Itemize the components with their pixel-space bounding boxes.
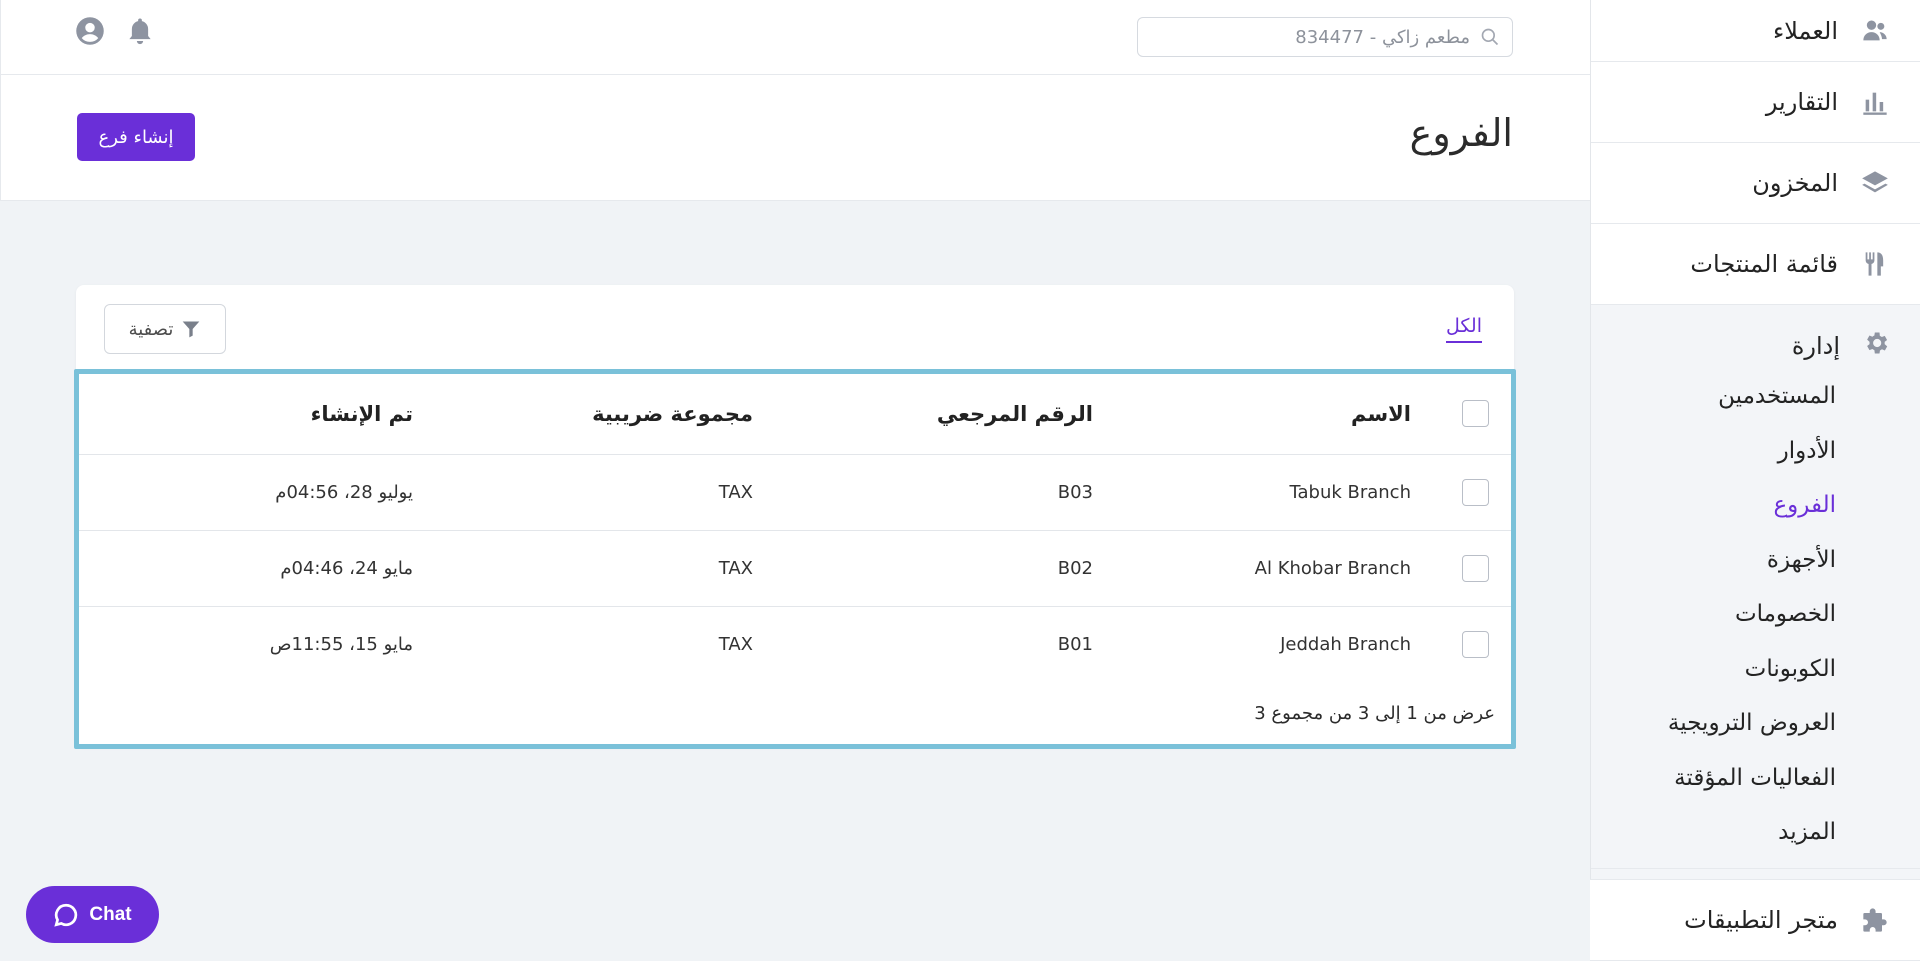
sidebar-subitem-more[interactable]: المزيد: [1591, 805, 1920, 860]
sidebar-subitem-roles[interactable]: الأدوار: [1591, 424, 1920, 479]
page-header: الفروع إنشاء فرع: [0, 75, 1590, 201]
sidebar-item-inventory[interactable]: المخزون: [1591, 143, 1920, 224]
cell-reference: B02: [753, 530, 1093, 607]
sidebar-item-label: إدارة: [1791, 332, 1840, 360]
chat-button[interactable]: Chat: [26, 886, 159, 943]
filter-button[interactable]: تصفية: [104, 304, 226, 354]
search-input[interactable]: [1150, 26, 1470, 48]
select-all-cell: [1433, 374, 1511, 455]
puzzle-icon: [1860, 905, 1890, 935]
filter-label: تصفية: [128, 318, 174, 340]
chat-bubble-icon: [54, 903, 78, 927]
sidebar-item-label: المخزون: [1752, 169, 1838, 197]
table-row[interactable]: Jeddah Branch B01 TAX مايو 15، 11:55ص: [79, 606, 1511, 682]
gear-icon: [1862, 329, 1890, 363]
sidebar-item-label: العملاء: [1772, 16, 1838, 45]
column-header-tax-group[interactable]: مجموعة ضريبية: [413, 374, 753, 455]
cell-created: مايو 15، 11:55ص: [269, 633, 413, 655]
layers-icon: [1860, 168, 1890, 198]
cell-created: مايو 24، 04:46م: [79, 530, 413, 607]
row-checkbox[interactable]: [1462, 478, 1489, 506]
card-toolbar: الكل تصفية: [76, 285, 1514, 369]
sidebar: العملاء التقارير المخزون قائمة المنتجات …: [1590, 0, 1920, 961]
sidebar-manage-group: إدارة المستخدمين الأدوار الفروع الأجهزة …: [1591, 305, 1920, 869]
cell-tax-group: TAX: [413, 454, 753, 531]
cell-tax-group: TAX: [413, 530, 753, 607]
bell-icon[interactable]: [125, 16, 155, 50]
utensils-icon: [1860, 249, 1890, 279]
column-header-created[interactable]: تم الإنشاء: [79, 374, 413, 455]
table-row[interactable]: Tabuk Branch B03 TAX يوليو 28، 04:56م: [79, 454, 1511, 531]
sidebar-item-manage[interactable]: إدارة: [1591, 323, 1920, 369]
branches-card: الكل تصفية الاسم الرقم المرجعي مجموعة ضر…: [74, 285, 1516, 749]
sidebar-item-label: التقارير: [1765, 88, 1838, 116]
sidebar-item-reports[interactable]: التقارير: [1591, 62, 1920, 143]
sidebar-subitem-coupons[interactable]: الكوبونات: [1591, 642, 1920, 697]
top-header: [0, 0, 1590, 75]
cell-name: Tabuk Branch: [1093, 454, 1433, 531]
branches-table: الاسم الرقم المرجعي مجموعة ضريبية تم الإ…: [79, 374, 1511, 682]
cell-name: Jeddah Branch: [1280, 633, 1411, 655]
sidebar-subitem-discounts[interactable]: الخصومات: [1591, 587, 1920, 642]
cell-tax-group: TAX: [718, 633, 753, 655]
filter-icon: [183, 321, 200, 338]
sidebar-subitem-users[interactable]: المستخدمين: [1591, 369, 1920, 424]
sidebar-item-customers[interactable]: العملاء: [1591, 0, 1920, 62]
sidebar-item-label: متجر التطبيقات: [1684, 906, 1838, 934]
bar-chart-icon: [1860, 87, 1890, 117]
row-checkbox-cell: [1433, 454, 1511, 531]
cell-reference: B01: [1057, 633, 1093, 655]
sidebar-subitem-devices[interactable]: الأجهزة: [1591, 533, 1920, 588]
create-branch-button[interactable]: إنشاء فرع: [77, 113, 195, 161]
sidebar-item-label: قائمة المنتجات: [1690, 250, 1838, 278]
tab-all[interactable]: الكل: [1446, 315, 1482, 343]
search-box[interactable]: [1137, 17, 1513, 57]
select-all-checkbox[interactable]: [1462, 400, 1489, 428]
user-avatar-icon[interactable]: [75, 16, 105, 50]
sidebar-subitem-promotions[interactable]: العروض الترويجية: [1591, 696, 1920, 751]
sidebar-subitem-timed-events[interactable]: الفعاليات المؤقتة: [1591, 751, 1920, 806]
chat-label: Chat: [89, 903, 132, 925]
top-icons: [75, 16, 155, 50]
cell-name: Al Khobar Branch: [1093, 530, 1433, 607]
sidebar-subitem-branches[interactable]: الفروع: [1591, 478, 1920, 533]
row-checkbox[interactable]: [1462, 630, 1489, 658]
branches-table-container: الاسم الرقم المرجعي مجموعة ضريبية تم الإ…: [74, 369, 1516, 749]
pagination-summary: عرض من 1 إلى 3 من مجموع 3: [1254, 703, 1495, 724]
column-header-reference[interactable]: الرقم المرجعي: [753, 374, 1093, 455]
row-checkbox-cell: [1433, 606, 1511, 682]
sidebar-item-app-store[interactable]: متجر التطبيقات: [1590, 879, 1920, 961]
customers-icon: [1860, 16, 1890, 46]
page-title: الفروع: [1409, 111, 1513, 155]
cell-reference: B03: [753, 454, 1093, 531]
cell-created: يوليو 28، 04:56م: [79, 454, 413, 531]
search-icon: [1481, 28, 1499, 46]
row-checkbox-cell: [1433, 530, 1511, 607]
table-header-row: الاسم الرقم المرجعي مجموعة ضريبية تم الإ…: [79, 374, 1511, 455]
row-checkbox[interactable]: [1462, 554, 1489, 582]
table-row[interactable]: Al Khobar Branch B02 TAX مايو 24، 04:46م: [79, 530, 1511, 607]
sidebar-item-menu[interactable]: قائمة المنتجات: [1591, 224, 1920, 305]
column-header-name[interactable]: الاسم: [1093, 374, 1433, 455]
